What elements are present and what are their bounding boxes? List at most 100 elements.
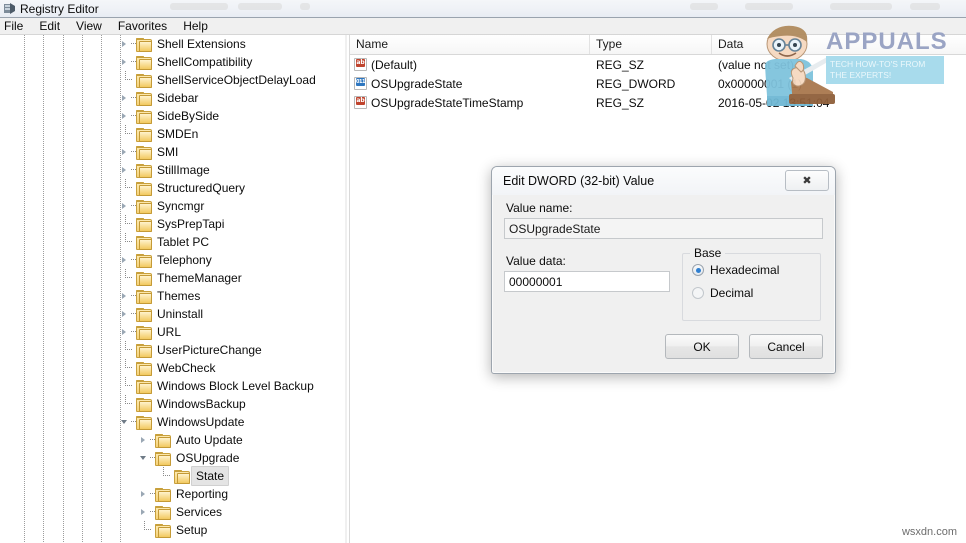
chevron-right-icon[interactable] xyxy=(120,143,131,161)
value-data-input[interactable] xyxy=(504,271,670,292)
tree-item-smi[interactable]: SMI xyxy=(0,143,330,161)
tree-item-userpicturechange[interactable]: UserPictureChange xyxy=(0,341,330,359)
cancel-button[interactable]: Cancel xyxy=(749,334,823,359)
tree-elbow xyxy=(120,233,136,251)
chevron-right-icon[interactable] xyxy=(120,305,131,323)
chevron-right-icon[interactable] xyxy=(120,53,131,71)
folder-icon xyxy=(136,253,152,268)
tree-item-stillimage[interactable]: StillImage xyxy=(0,161,330,179)
tree-item-thememanager[interactable]: ThemeManager xyxy=(0,269,330,287)
value-data: 2016-05-02 13:51:04 xyxy=(718,95,830,110)
chevron-right-icon[interactable] xyxy=(120,197,131,215)
menu-item-edit[interactable]: Edit xyxy=(31,19,68,34)
dword-value-icon xyxy=(354,77,367,90)
tree-item-sidebyside[interactable]: SideBySide xyxy=(0,107,330,125)
column-header-name[interactable]: Name xyxy=(350,35,590,54)
tree-item-tablet-pc[interactable]: Tablet PC xyxy=(0,233,330,251)
tree-item-label: SMDEn xyxy=(157,127,199,141)
tree-item-syspreptapi[interactable]: SysPrepTapi xyxy=(0,215,330,233)
folder-icon xyxy=(136,199,152,214)
tree-item-webcheck[interactable]: WebCheck xyxy=(0,359,330,377)
tree-item-telephony[interactable]: Telephony xyxy=(0,251,330,269)
tree-item-windowsupdate[interactable]: WindowsUpdate xyxy=(0,413,330,431)
tree-item-sidebar[interactable]: Sidebar xyxy=(0,89,330,107)
tree-item-reporting[interactable]: Reporting xyxy=(0,485,330,503)
window-title: Registry Editor xyxy=(20,1,99,16)
pane-splitter[interactable] xyxy=(345,35,347,543)
chevron-right-icon[interactable] xyxy=(120,251,131,269)
chevron-right-icon[interactable] xyxy=(139,485,150,503)
chevron-right-icon[interactable] xyxy=(139,503,150,521)
tree-item-windowsbackup[interactable]: WindowsBackup xyxy=(0,395,330,413)
values-list[interactable]: (Default) REG_SZ (value not set) OSUpgradeS… xyxy=(350,55,966,112)
tree-elbow xyxy=(120,341,136,359)
menu-item-view[interactable]: View xyxy=(68,19,110,34)
folder-icon xyxy=(136,271,152,286)
close-icon[interactable]: ✖ xyxy=(785,170,829,191)
column-header-type[interactable]: Type xyxy=(590,35,712,54)
folder-icon xyxy=(136,415,152,430)
chevron-right-icon[interactable] xyxy=(120,107,131,125)
string-value-icon xyxy=(354,58,367,71)
title-blur-2 xyxy=(238,3,282,10)
chevron-right-icon[interactable] xyxy=(120,323,131,341)
value-type: REG_SZ xyxy=(596,57,645,72)
folder-icon xyxy=(136,109,152,124)
folder-icon xyxy=(136,379,152,394)
tree-item-osupgrade[interactable]: OSUpgrade xyxy=(0,449,330,467)
value-row[interactable]: (Default) REG_SZ (value not set) xyxy=(350,55,966,74)
value-name: OSUpgradeStateTimeStamp xyxy=(371,95,524,110)
value-data: 0x00000001 (1) xyxy=(718,76,803,91)
tree-item-auto-update[interactable]: Auto Update xyxy=(0,431,330,449)
chevron-right-icon[interactable] xyxy=(120,287,131,305)
chevron-right-icon[interactable] xyxy=(120,89,131,107)
tree-item-shell-extensions[interactable]: Shell Extensions xyxy=(0,35,330,53)
tree-item-syncmgr[interactable]: Syncmgr xyxy=(0,197,330,215)
value-row[interactable]: OSUpgradeState REG_DWORD 0x00000001 (1) xyxy=(350,74,966,93)
folder-icon xyxy=(155,433,171,448)
tree-item-state[interactable]: State xyxy=(0,466,330,486)
radio-hexadecimal-indicator[interactable] xyxy=(692,264,704,276)
folder-icon xyxy=(136,343,152,358)
value-row[interactable]: OSUpgradeStateTimeStamp REG_SZ 2016-05-02 … xyxy=(350,93,966,112)
tree-elbow xyxy=(120,269,136,287)
chevron-right-icon[interactable] xyxy=(139,431,150,449)
tree-item-label: StructuredQuery xyxy=(157,181,246,195)
tree-item-structuredquery[interactable]: StructuredQuery xyxy=(0,179,330,197)
value-name-label: Value name: xyxy=(506,201,573,215)
values-column-header[interactable]: Name Type Data xyxy=(350,35,966,55)
chevron-down-icon[interactable] xyxy=(139,449,150,467)
menu-item-favorites[interactable]: Favorites xyxy=(110,19,175,34)
tree-item-windows-block-level-backup[interactable]: Windows Block Level Backup xyxy=(0,377,330,395)
tree-item-setup[interactable]: Setup xyxy=(0,521,330,539)
folder-icon xyxy=(155,487,171,502)
chevron-right-icon[interactable] xyxy=(120,35,131,53)
radio-hexadecimal[interactable]: Hexadecimal xyxy=(692,263,820,277)
base-group: Base Hexadecimal Decimal xyxy=(682,246,821,321)
tree-item-label: Syncmgr xyxy=(157,199,205,213)
value-name-input[interactable] xyxy=(504,218,823,239)
column-header-data[interactable]: Data xyxy=(712,35,966,54)
tree-item-services[interactable]: Services xyxy=(0,503,330,521)
tree-item-label: Shell Extensions xyxy=(157,37,246,51)
menu-item-file[interactable]: File xyxy=(0,19,31,34)
wsxdn-watermark: wsxdn.com xyxy=(901,526,957,538)
folder-icon xyxy=(136,397,152,412)
registry-tree-pane[interactable]: Shell Extensions ShellCompatibility ShellS… xyxy=(0,35,346,543)
radio-decimal-indicator[interactable] xyxy=(692,287,704,299)
tree-item-uninstall[interactable]: Uninstall xyxy=(0,305,330,323)
tree-item-themes[interactable]: Themes xyxy=(0,287,330,305)
tree-item-smden[interactable]: SMDEn xyxy=(0,125,330,143)
tree-item-shellcompatibility[interactable]: ShellCompatibility xyxy=(0,53,330,71)
chevron-down-icon[interactable] xyxy=(120,413,131,431)
chevron-right-icon[interactable] xyxy=(120,161,131,179)
tree-item-shellserviceobjectdelayload[interactable]: ShellServiceObjectDelayLoad xyxy=(0,71,330,89)
tree-item-url[interactable]: URL xyxy=(0,323,330,341)
menu-item-help[interactable]: Help xyxy=(175,19,216,34)
folder-icon xyxy=(136,163,152,178)
string-value-icon xyxy=(354,96,367,109)
tree-elbow xyxy=(158,467,174,485)
title-blur-4 xyxy=(690,3,718,10)
radio-decimal[interactable]: Decimal xyxy=(692,286,820,300)
ok-button[interactable]: OK xyxy=(665,334,739,359)
